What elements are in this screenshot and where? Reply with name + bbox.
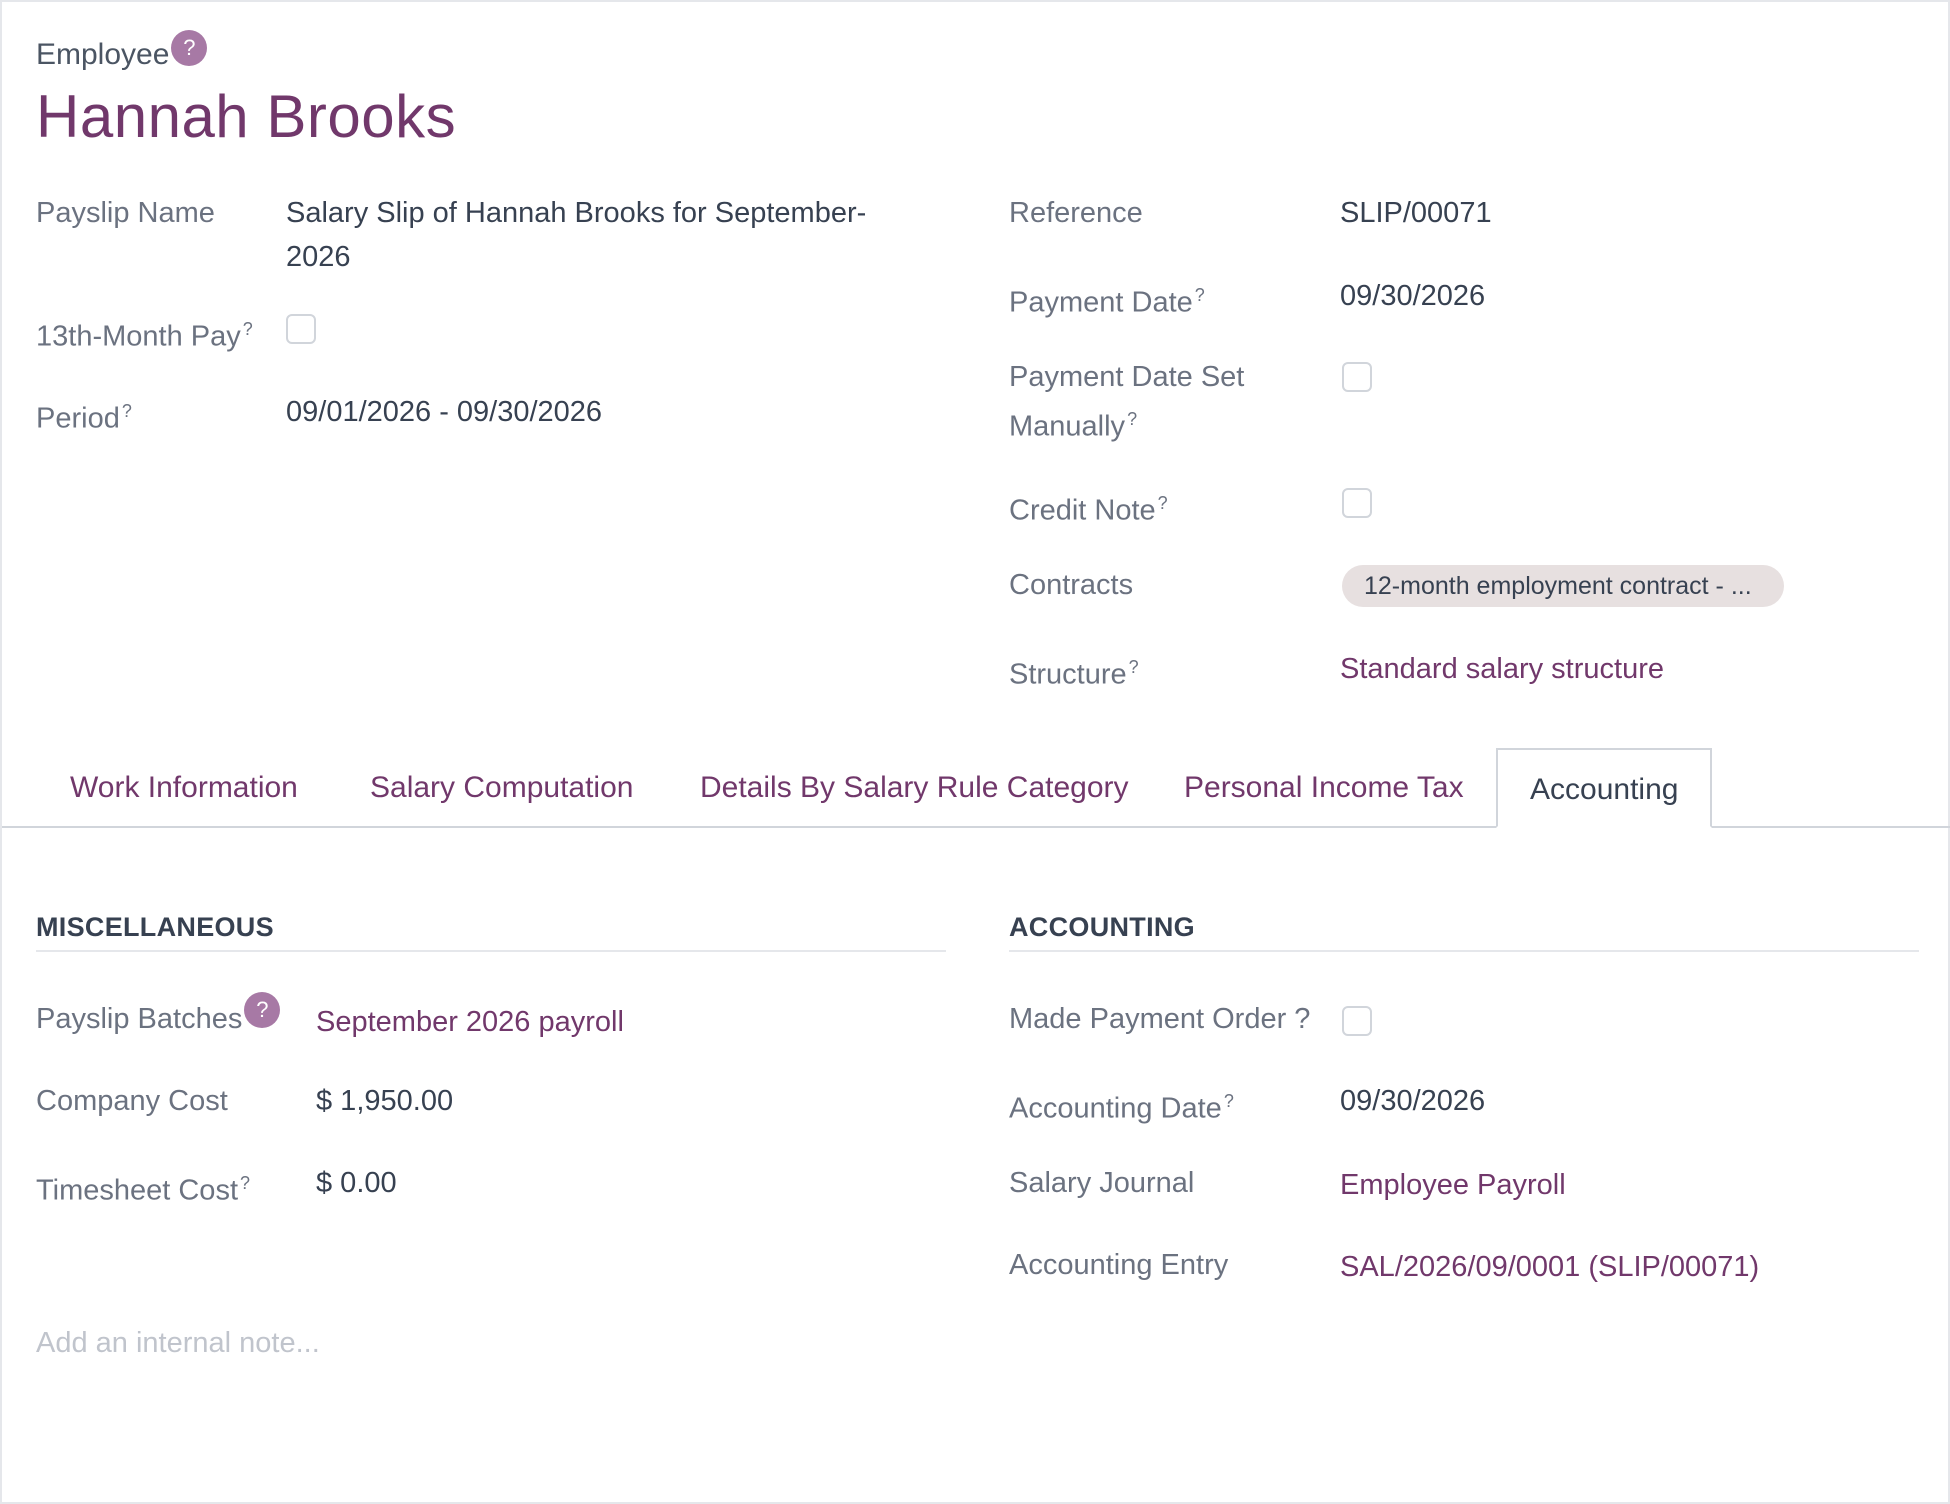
reference-label: Reference <box>1009 197 1143 229</box>
tooltip-icon[interactable]: ? <box>240 1173 250 1193</box>
accounting-entry-link[interactable]: SAL/2026/09/0001 (SLIP/00071) <box>1340 1245 1759 1289</box>
thirteenth-month-label: 13th-Month Pay? <box>36 308 253 358</box>
internal-note-input[interactable]: Add an internal note... <box>36 1327 320 1360</box>
salary-journal-link[interactable]: Employee Payroll <box>1340 1163 1566 1207</box>
timesheet-cost-value: $ 0.00 <box>316 1167 397 1199</box>
help-icon[interactable]: ? <box>171 30 208 66</box>
accounting-date-value[interactable]: 09/30/2026 <box>1340 1079 1485 1123</box>
payment-date-label: Payment Date? <box>1009 274 1205 324</box>
thirteenth-month-checkbox[interactable] <box>286 314 316 344</box>
payment-date-value[interactable]: 09/30/2026 <box>1340 274 1485 318</box>
company-cost-label: Company Cost <box>36 1085 228 1117</box>
payslip-name-line2: 2026 <box>286 241 351 273</box>
misc-section-title: MISCELLANEOUS <box>36 912 274 942</box>
tab-accounting[interactable]: Accounting <box>1496 748 1713 828</box>
company-cost-value: $ 1,950.00 <box>316 1085 454 1117</box>
tooltip-icon[interactable]: ? <box>1195 285 1205 305</box>
payment-date-manual-checkbox[interactable] <box>1342 362 1372 392</box>
accounting-section-title: ACCOUNTING <box>1009 912 1195 942</box>
payslip-batches-label-text: Payslip Batches <box>36 1003 243 1035</box>
timesheet-cost-label: Timesheet Cost? <box>36 1162 250 1212</box>
made-payment-order-checkbox[interactable] <box>1342 1006 1372 1036</box>
help-icon[interactable]: ? <box>244 992 281 1028</box>
tooltip-icon[interactable]: ? <box>1129 657 1139 677</box>
salary-journal-label: Salary Journal <box>1009 1167 1195 1199</box>
payslip-name-line1: Salary Slip of Hannah Brooks for Septemb… <box>286 197 867 229</box>
tab-details-by-salary-rule-category[interactable]: Details By Salary Rule Category <box>700 748 1129 828</box>
payment-date-manual-line1: Payment Date Set <box>1009 361 1245 393</box>
payslip-name-field[interactable]: Salary Slip of Hannah Brooks for Septemb… <box>286 191 926 279</box>
payment-date-label-text: Payment Date <box>1009 286 1193 319</box>
employee-label-row: Employee ? <box>36 30 208 72</box>
timesheet-cost-label-text: Timesheet Cost <box>36 1174 238 1207</box>
credit-note-label-text: Credit Note <box>1009 494 1156 527</box>
tab-personal-income-tax[interactable]: Personal Income Tax <box>1184 748 1464 828</box>
made-payment-order-label: Made Payment Order ? <box>1009 1003 1311 1035</box>
reference-value[interactable]: SLIP/00071 <box>1340 191 1492 235</box>
period-label-text: Period <box>36 402 120 435</box>
tooltip-icon[interactable]: ? <box>1127 409 1137 429</box>
payslip-batches-label: Payslip Batches ? <box>36 992 281 1040</box>
payment-date-manual-label: Payment Date Set Manually? <box>1009 356 1244 448</box>
tab-work-information[interactable]: Work Information <box>70 748 298 828</box>
payment-date-manual-line2: Manually <box>1009 410 1126 443</box>
thirteenth-month-label-text: 13th-Month Pay <box>36 320 241 353</box>
tab-salary-computation[interactable]: Salary Computation <box>370 748 633 828</box>
misc-section-divider <box>36 950 946 952</box>
period-value[interactable]: 09/01/2026 - 09/30/2026 <box>286 390 602 434</box>
tooltip-icon[interactable]: ? <box>1158 493 1168 513</box>
payslip-form: Employee ? Hannah Brooks Payslip Name Sa… <box>0 0 1950 1504</box>
period-label: Period? <box>36 390 132 440</box>
structure-label: Structure? <box>1009 646 1139 696</box>
credit-note-label: Credit Note? <box>1009 482 1168 532</box>
contract-tag[interactable]: 12-month employment contract - ... <box>1342 565 1784 607</box>
accounting-section-divider <box>1009 950 1919 952</box>
structure-label-text: Structure <box>1009 658 1127 691</box>
tooltip-icon[interactable]: ? <box>1224 1091 1234 1111</box>
payslip-name-label: Payslip Name <box>36 197 215 229</box>
tooltip-icon[interactable]: ? <box>243 319 253 339</box>
structure-link[interactable]: Standard salary structure <box>1340 647 1664 691</box>
accounting-date-label-text: Accounting Date <box>1009 1092 1222 1125</box>
employee-name[interactable]: Hannah Brooks <box>36 82 456 151</box>
accounting-entry-label: Accounting Entry <box>1009 1249 1229 1281</box>
employee-label: Employee <box>36 38 170 71</box>
accounting-date-label: Accounting Date? <box>1009 1080 1234 1130</box>
contracts-label: Contracts <box>1009 569 1134 601</box>
payslip-batches-link[interactable]: September 2026 payroll <box>316 1000 624 1044</box>
tooltip-icon[interactable]: ? <box>122 401 132 421</box>
credit-note-checkbox[interactable] <box>1342 488 1372 518</box>
